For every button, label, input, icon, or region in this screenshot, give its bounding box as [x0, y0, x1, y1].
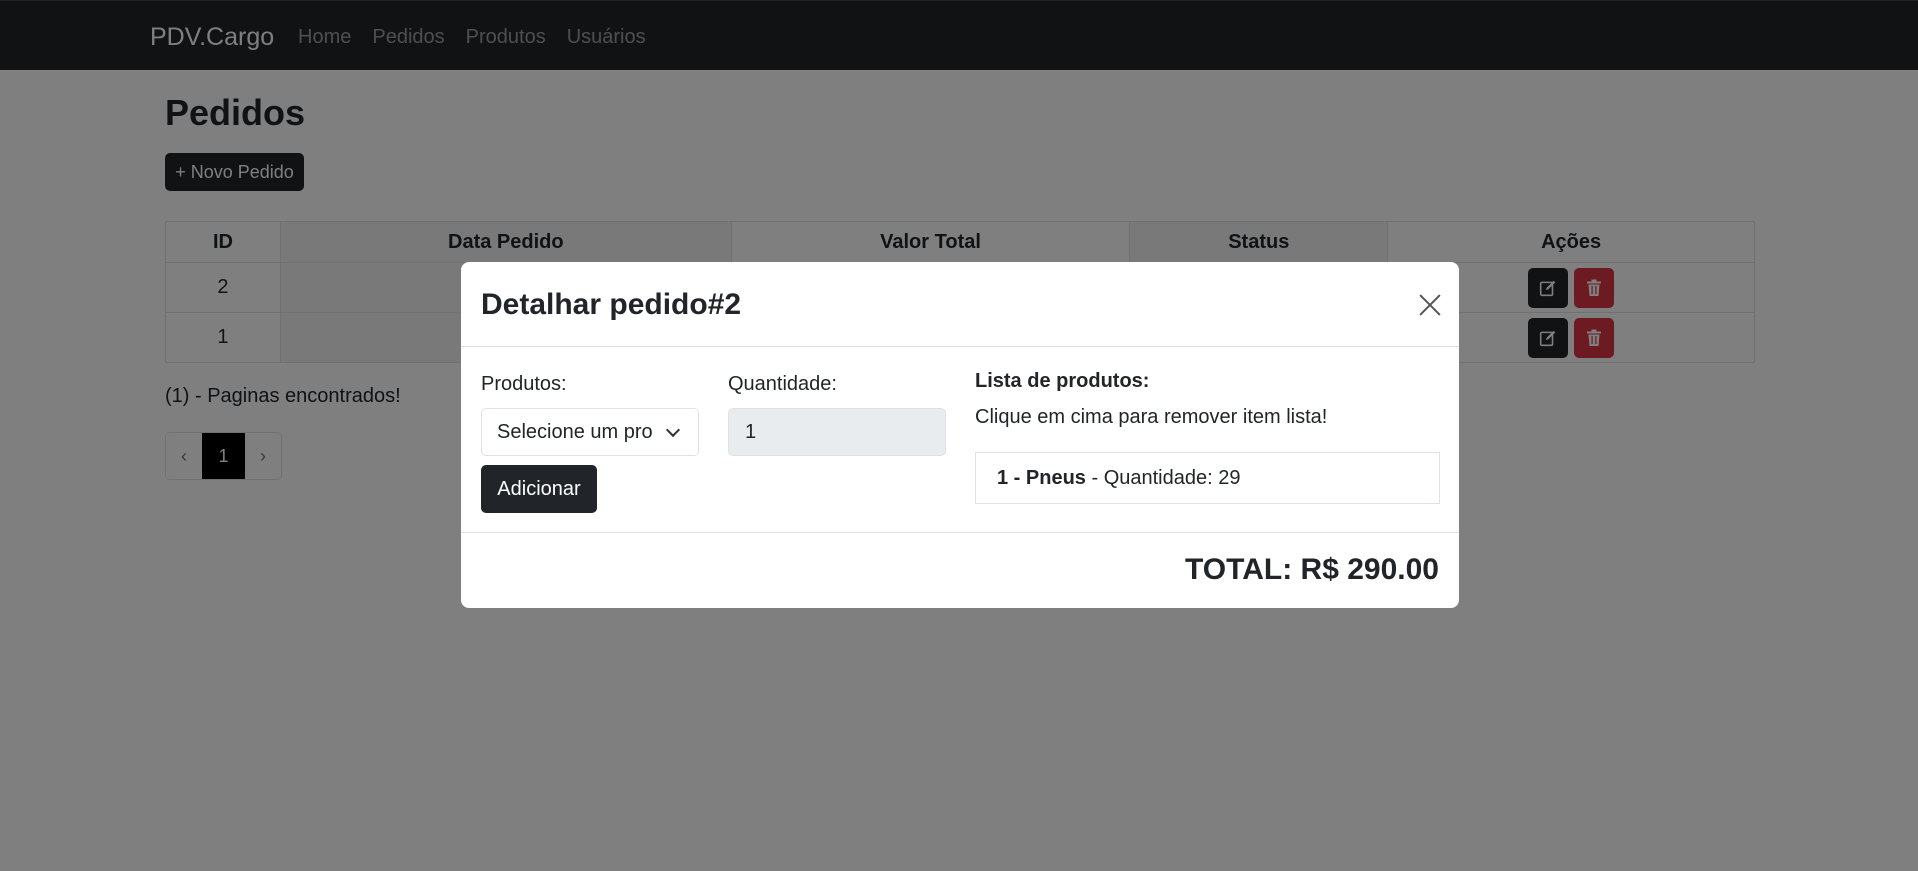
modal-title: Detalhar pedido#2 — [481, 288, 742, 321]
products-list-title: Lista de produtos: — [975, 370, 1150, 392]
modal-footer: TOTAL: R$ 290.00 — [461, 532, 1459, 608]
list-item-name: 1 - Pneus — [997, 466, 1086, 489]
products-label: Produtos: — [481, 373, 567, 395]
quantity-input[interactable]: 1 — [728, 408, 946, 456]
add-button[interactable]: Adicionar — [481, 465, 597, 513]
products-list-hint: Clique em cima para remover item lista! — [975, 406, 1328, 428]
quantity-label: Quantidade: — [728, 373, 837, 395]
products-select[interactable]: Selecione um produto — [481, 408, 699, 456]
order-detail-modal: Detalhar pedido#2 Produtos: Selecione um… — [461, 262, 1459, 608]
close-icon[interactable] — [1417, 292, 1443, 318]
order-total: TOTAL: R$ 290.00 — [1185, 553, 1439, 586]
list-item-detail: - Quantidade: 29 — [1085, 466, 1241, 489]
list-item[interactable]: 1 - Pneus - Quantidade: 29 — [975, 452, 1440, 504]
modal-header: Detalhar pedido#2 — [461, 262, 1459, 347]
